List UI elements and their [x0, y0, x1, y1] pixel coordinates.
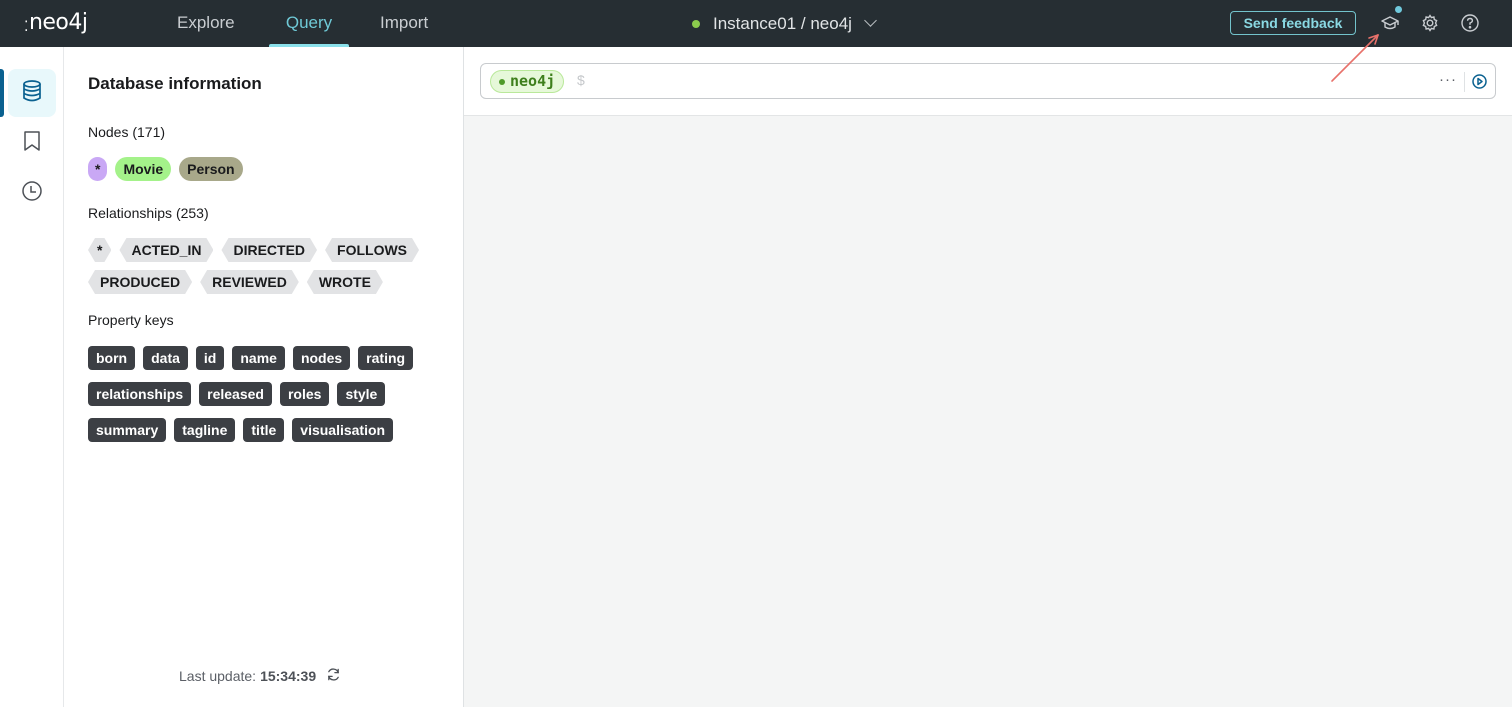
last-update-label: Last update:	[179, 668, 257, 684]
more-options-button[interactable]: ···	[1439, 71, 1457, 88]
relationships-heading: Relationships (253)	[88, 205, 209, 221]
node-labels-list: * Movie Person	[88, 157, 428, 181]
last-update-time: 15:34:39	[260, 668, 317, 684]
property-key[interactable]: tagline	[174, 418, 236, 442]
relationship-types-list: * ACTED_IN DIRECTED FOLLOWS PRODUCED REV…	[88, 238, 428, 294]
last-update: Last update: 15:34:39	[179, 667, 341, 685]
property-key[interactable]: rating	[358, 346, 414, 370]
property-key[interactable]: summary	[88, 418, 167, 442]
property-key[interactable]: roles	[279, 382, 330, 406]
property-key[interactable]: nodes	[292, 346, 351, 370]
relationship-type-produced[interactable]: PRODUCED	[88, 270, 192, 294]
property-keys-heading: Property keys	[88, 312, 174, 328]
relationship-type-wrote[interactable]: WROTE	[307, 270, 383, 294]
query-area: neo4j $ ···	[464, 47, 1512, 707]
property-key[interactable]: title	[243, 418, 285, 442]
refresh-icon[interactable]	[326, 667, 341, 685]
graduation-cap-icon[interactable]	[1380, 13, 1400, 33]
property-key[interactable]: data	[143, 346, 188, 370]
property-key[interactable]: released	[199, 382, 272, 406]
relationship-type-directed[interactable]: DIRECTED	[221, 238, 317, 262]
editor-container: neo4j $ ···	[464, 47, 1512, 116]
chevron-down-icon	[864, 14, 877, 27]
run-query-icon[interactable]	[1471, 73, 1488, 90]
instance-label: Instance01 / neo4j	[713, 13, 852, 33]
notification-dot	[1395, 6, 1402, 13]
instance-selector[interactable]: Instance01 / neo4j	[692, 0, 877, 47]
history-icon	[21, 180, 43, 207]
query-history-button[interactable]	[8, 169, 56, 217]
node-label-person[interactable]: Person	[179, 157, 243, 181]
editor-prompt: $	[577, 72, 585, 88]
property-key[interactable]: id	[195, 346, 225, 370]
connection-status-dot	[692, 19, 700, 28]
property-key[interactable]: style	[337, 382, 386, 406]
database-icon	[21, 79, 43, 108]
cypher-editor[interactable]: neo4j $ ···	[480, 63, 1496, 99]
database-info-button[interactable]	[8, 69, 56, 117]
active-indicator	[0, 69, 4, 117]
property-keys-list: born data id name nodes rating relations…	[88, 346, 428, 442]
neo4j-logo[interactable]: ⁚neo4j	[24, 10, 88, 35]
help-icon[interactable]	[1460, 13, 1480, 33]
node-label-all[interactable]: *	[88, 157, 108, 181]
property-key[interactable]: visualisation	[292, 418, 394, 442]
send-feedback-button[interactable]: Send feedback	[1230, 11, 1356, 35]
tab-import[interactable]: Import	[380, 0, 428, 47]
property-key[interactable]: name	[232, 346, 285, 370]
saved-cypher-button[interactable]	[8, 119, 56, 167]
relationship-type-follows[interactable]: FOLLOWS	[325, 238, 419, 262]
top-bar: ⁚neo4j Explore Query Import Instance01 /…	[0, 0, 1512, 47]
tab-explore[interactable]: Explore	[177, 0, 235, 47]
relationship-type-reviewed[interactable]: REVIEWED	[200, 270, 299, 294]
gear-icon[interactable]	[1420, 13, 1440, 33]
node-label-movie[interactable]: Movie	[115, 157, 172, 181]
database-name: neo4j	[510, 72, 556, 90]
bookmark-icon	[22, 130, 42, 157]
database-selector-pill[interactable]: neo4j	[490, 70, 565, 93]
icon-bar	[0, 47, 64, 707]
relationship-type-acted-in[interactable]: ACTED_IN	[119, 238, 213, 262]
nodes-heading: Nodes (171)	[88, 124, 166, 140]
tab-query[interactable]: Query	[269, 0, 349, 47]
property-key[interactable]: born	[88, 346, 136, 370]
database-information-panel: Database information Nodes (171) * Movie…	[64, 47, 525, 707]
relationship-type-all[interactable]: *	[88, 238, 111, 262]
panel-title: Database information	[88, 74, 262, 93]
editor-divider	[1464, 72, 1465, 92]
database-status-dot	[499, 78, 505, 85]
property-key[interactable]: relationships	[88, 382, 192, 406]
